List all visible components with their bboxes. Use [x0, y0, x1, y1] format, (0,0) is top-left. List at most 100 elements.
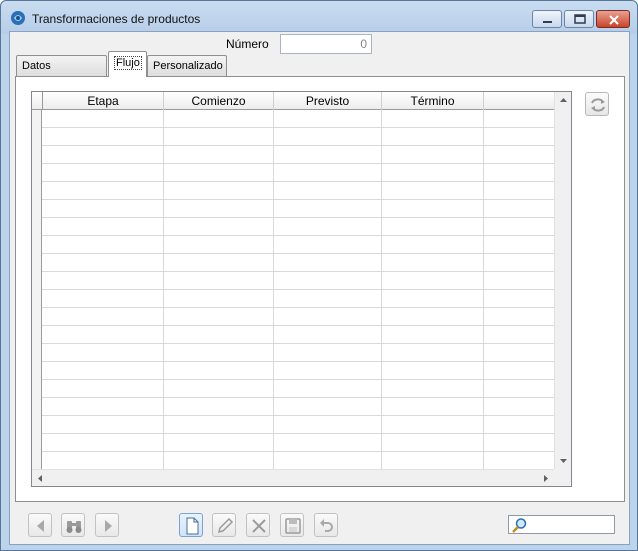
table-cell[interactable]	[274, 182, 382, 200]
table-cell[interactable]	[164, 164, 274, 182]
table-cell[interactable]	[382, 236, 484, 254]
table-row[interactable]	[32, 344, 554, 362]
table-cell[interactable]	[43, 254, 164, 272]
table-cell[interactable]	[43, 146, 164, 164]
table-cell[interactable]	[274, 110, 382, 128]
table-cell[interactable]	[164, 362, 274, 380]
table-row[interactable]	[32, 380, 554, 398]
new-button[interactable]	[179, 513, 203, 537]
table-cell[interactable]	[382, 272, 484, 290]
table-cell[interactable]	[164, 200, 274, 218]
scroll-down-icon[interactable]	[560, 459, 567, 463]
tab-personalizado[interactable]: Personalizado	[147, 55, 227, 77]
table-cell[interactable]	[274, 254, 382, 272]
table-cell[interactable]	[164, 236, 274, 254]
table-cell[interactable]	[382, 380, 484, 398]
table-cell[interactable]	[382, 218, 484, 236]
title-bar[interactable]: Transformaciones de productos	[1, 1, 637, 34]
table-cell[interactable]	[43, 164, 164, 182]
table-cell[interactable]	[43, 416, 164, 434]
row-indicator[interactable]	[32, 218, 42, 236]
table-cell[interactable]	[382, 434, 484, 452]
table-row[interactable]	[32, 254, 554, 272]
column-header-etapa[interactable]: Etapa	[43, 92, 164, 110]
table-cell[interactable]	[164, 380, 274, 398]
table-cell[interactable]	[274, 146, 382, 164]
table-cell[interactable]	[43, 128, 164, 146]
undo-button[interactable]	[314, 513, 338, 537]
maximize-button[interactable]	[564, 10, 594, 28]
table-row[interactable]	[32, 200, 554, 218]
table-cell[interactable]	[382, 254, 484, 272]
table-cell[interactable]	[43, 236, 164, 254]
table-cell[interactable]	[43, 200, 164, 218]
row-indicator[interactable]	[32, 146, 42, 164]
row-indicator[interactable]	[32, 362, 42, 380]
row-indicator[interactable]	[32, 290, 42, 308]
table-cell[interactable]	[43, 344, 164, 362]
row-indicator[interactable]	[32, 182, 42, 200]
table-cell[interactable]	[382, 344, 484, 362]
table-row[interactable]	[32, 308, 554, 326]
table-cell[interactable]	[164, 182, 274, 200]
table-cell[interactable]	[382, 128, 484, 146]
table-cell[interactable]	[274, 236, 382, 254]
table-cell[interactable]	[382, 290, 484, 308]
column-header-comienzo[interactable]: Comienzo	[164, 92, 274, 110]
table-cell[interactable]	[164, 452, 274, 470]
table-row[interactable]	[32, 452, 554, 470]
table-cell[interactable]	[43, 272, 164, 290]
row-indicator[interactable]	[32, 272, 42, 290]
table-cell[interactable]	[43, 452, 164, 470]
minimize-button[interactable]	[532, 10, 562, 28]
row-indicator[interactable]	[32, 434, 42, 452]
table-cell[interactable]	[382, 398, 484, 416]
table-row[interactable]	[32, 236, 554, 254]
row-indicator[interactable]	[32, 128, 42, 146]
table-cell[interactable]	[382, 308, 484, 326]
find-button[interactable]	[61, 513, 85, 537]
table-cell[interactable]	[164, 344, 274, 362]
table-cell[interactable]	[274, 164, 382, 182]
scroll-right-icon[interactable]	[544, 475, 548, 482]
table-cell[interactable]	[43, 308, 164, 326]
table-cell[interactable]	[274, 200, 382, 218]
table-cell[interactable]	[382, 110, 484, 128]
table-row[interactable]	[32, 164, 554, 182]
row-indicator[interactable]	[32, 254, 42, 272]
table-cell[interactable]	[164, 416, 274, 434]
previous-button[interactable]	[28, 513, 52, 537]
scroll-left-icon[interactable]	[38, 475, 42, 482]
row-indicator[interactable]	[32, 344, 42, 362]
row-indicator[interactable]	[32, 398, 42, 416]
table-cell[interactable]	[274, 380, 382, 398]
table-cell[interactable]	[274, 218, 382, 236]
table-cell[interactable]	[43, 362, 164, 380]
row-indicator[interactable]	[32, 308, 42, 326]
table-row[interactable]	[32, 398, 554, 416]
table-cell[interactable]	[274, 416, 382, 434]
tab-datos-generales[interactable]: Datos generales	[16, 55, 107, 92]
table-cell[interactable]	[164, 308, 274, 326]
table-cell[interactable]	[164, 128, 274, 146]
table-cell[interactable]	[382, 326, 484, 344]
table-cell[interactable]	[164, 290, 274, 308]
flow-grid[interactable]: Etapa Comienzo Previsto Término	[31, 91, 572, 487]
row-indicator[interactable]	[32, 236, 42, 254]
table-cell[interactable]	[164, 218, 274, 236]
table-cell[interactable]	[43, 380, 164, 398]
table-cell[interactable]	[274, 344, 382, 362]
row-indicator[interactable]	[32, 416, 42, 434]
table-row[interactable]	[32, 218, 554, 236]
table-cell[interactable]	[43, 218, 164, 236]
table-cell[interactable]	[274, 452, 382, 470]
table-cell[interactable]	[43, 398, 164, 416]
save-button[interactable]	[280, 513, 304, 537]
app-logo-icon[interactable]	[10, 10, 26, 26]
table-row[interactable]	[32, 434, 554, 452]
delete-button[interactable]	[246, 513, 270, 537]
column-header-termino[interactable]: Término	[382, 92, 484, 110]
table-cell[interactable]	[382, 416, 484, 434]
table-cell[interactable]	[164, 434, 274, 452]
row-indicator[interactable]	[32, 110, 42, 128]
